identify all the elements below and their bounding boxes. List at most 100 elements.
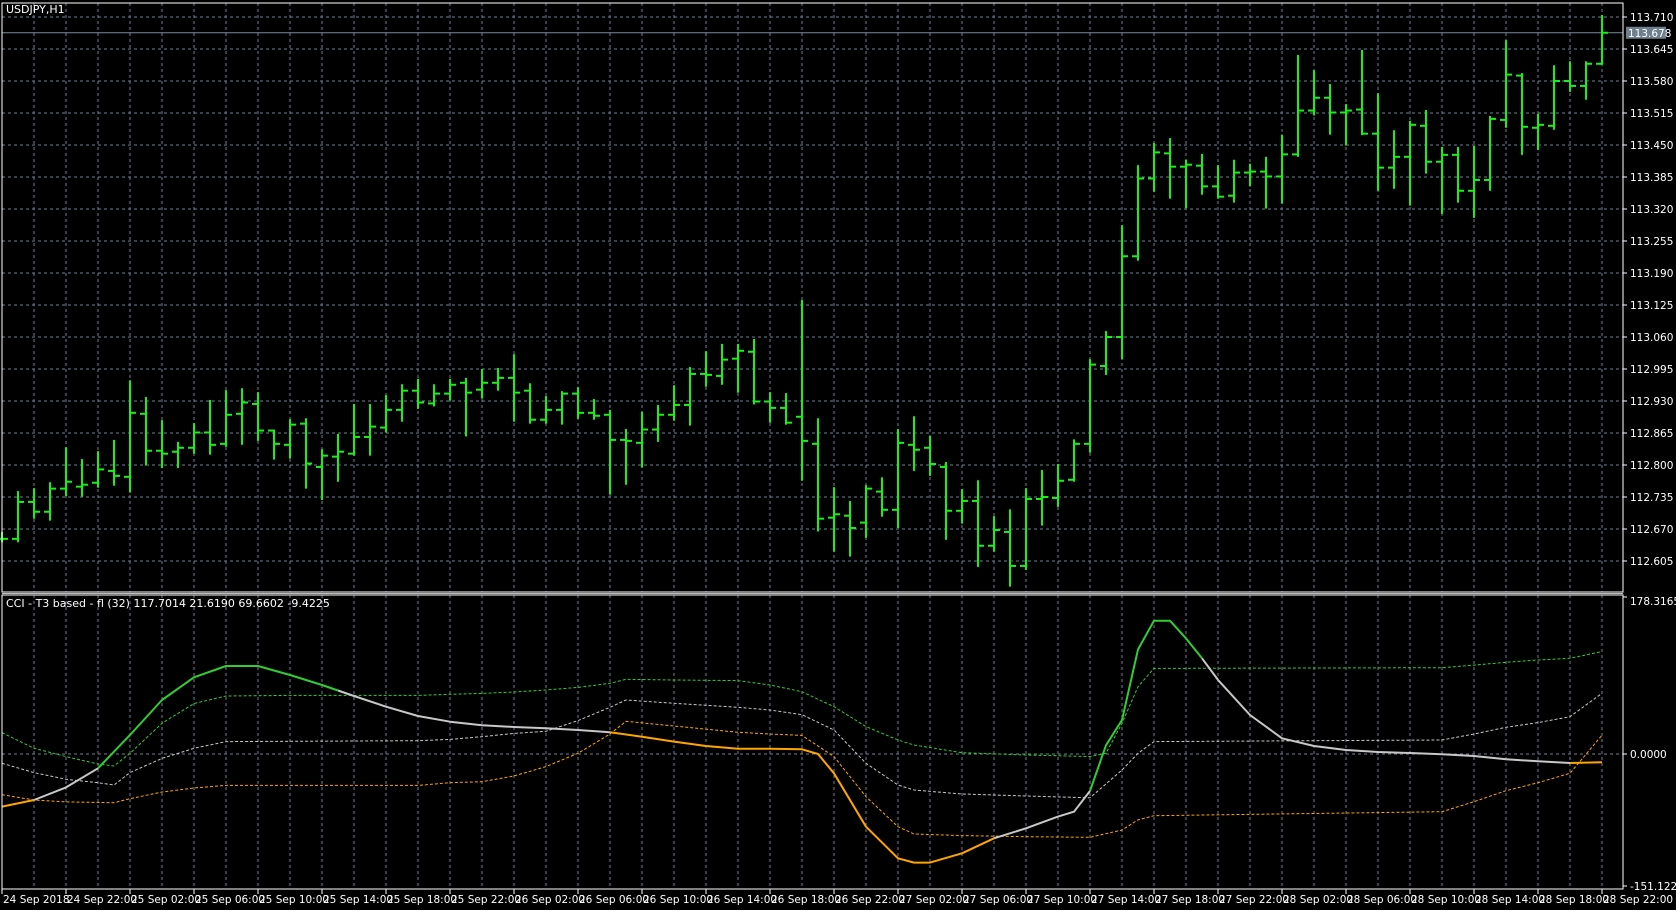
indicator-title: CCI - T3 based - fl (32) 117.7014 21.619… — [6, 597, 330, 610]
price-bar — [588, 399, 600, 420]
price-bar — [284, 419, 296, 459]
price-bar — [636, 411, 648, 468]
price-bar — [1212, 165, 1224, 199]
price-bar — [540, 396, 552, 424]
price-bar — [1004, 509, 1016, 587]
price-axis-label: 112.605 — [1630, 556, 1673, 568]
price-bar — [1388, 130, 1400, 189]
price-bar — [1292, 54, 1304, 157]
price-bar — [348, 403, 360, 456]
time-axis-label: 27 Sep 14:00 — [1091, 894, 1161, 906]
price-bar — [1100, 331, 1112, 375]
price-bar — [1500, 40, 1512, 128]
price-axis-label: 112.930 — [1630, 396, 1673, 408]
cci-segment-neutral — [993, 790, 1091, 840]
price-bar — [572, 387, 584, 419]
price-bar — [1308, 70, 1320, 116]
price-bar — [1468, 145, 1480, 218]
price-bar — [236, 388, 248, 445]
price-bar — [1164, 138, 1176, 199]
price-bar — [1356, 49, 1368, 136]
cci-axis-label: 178.3165 — [1630, 596, 1676, 608]
time-axis-label: 28 Sep 14:00 — [1475, 894, 1545, 906]
chart-canvas: 113.710 113.645 113.580 113.515 113.450 113.3… — [0, 2, 1676, 906]
price-axis-label: 112.735 — [1630, 492, 1673, 504]
price-bar — [396, 384, 408, 422]
price-bar — [44, 482, 56, 521]
price-bar — [1180, 159, 1192, 209]
price-bar — [156, 420, 168, 468]
price-bar — [1068, 439, 1080, 482]
time-axis-label: 25 Sep 06:00 — [195, 894, 265, 906]
price-bar — [652, 404, 664, 442]
cci-segment-up — [1089, 619, 1203, 792]
price-bar — [92, 451, 104, 488]
price-bar — [892, 429, 904, 529]
price-bar — [204, 400, 216, 455]
price-bar — [684, 367, 696, 426]
price-bar — [124, 380, 136, 493]
price-axis-label: 113.255 — [1630, 236, 1673, 248]
time-axis-label: 28 Sep 18:00 — [1539, 894, 1609, 906]
time-axis-label: 27 Sep 22:00 — [1219, 894, 1289, 906]
time-axis-label: 25 Sep 22:00 — [451, 894, 521, 906]
price-bar — [956, 489, 968, 524]
price-bar — [988, 516, 1000, 552]
cci-segment-neutral — [337, 689, 611, 734]
price-bar — [1404, 120, 1416, 206]
price-bar — [1228, 159, 1240, 203]
time-axis-label: 25 Sep 02:00 — [131, 894, 201, 906]
time-axis-label: 26 Sep 10:00 — [643, 894, 713, 906]
price-bar — [1052, 464, 1064, 507]
time-axis-label: 26 Sep 22:00 — [835, 894, 905, 906]
price-bar — [492, 368, 504, 391]
price-bar — [268, 429, 280, 460]
price-bar — [1596, 15, 1608, 65]
time-axis-label: 24 Sep 2018 — [3, 894, 70, 906]
cci-axis-label: 0.0000 — [1630, 749, 1667, 761]
price-bar — [524, 383, 536, 424]
time-axis-label: 26 Sep 18:00 — [771, 894, 841, 906]
price-bar — [812, 418, 824, 532]
price-bar — [1260, 156, 1272, 209]
price-bar — [924, 435, 936, 476]
price-bar — [1244, 163, 1256, 187]
price-bar — [1516, 73, 1528, 155]
price-bar — [1084, 359, 1096, 453]
price-bar — [412, 378, 424, 409]
price-bar — [1548, 65, 1560, 130]
time-axis-label: 25 Sep 18:00 — [387, 894, 457, 906]
price-bar — [668, 385, 680, 421]
cci-axis-label: -151.1223 — [1630, 881, 1676, 893]
time-axis-label: 28 Sep 22:00 — [1603, 894, 1673, 906]
price-bar — [908, 416, 920, 471]
price-bar — [620, 429, 632, 485]
price-bar — [364, 403, 376, 456]
time-axis-label: 25 Sep 14:00 — [323, 894, 393, 906]
price-bar — [476, 368, 488, 399]
price-bar — [332, 433, 344, 482]
price-bar — [1116, 225, 1128, 360]
grid — [2, 3, 1623, 889]
price-bar — [140, 397, 152, 466]
price-bar — [1436, 146, 1448, 214]
price-axis-label: 113.060 — [1630, 332, 1673, 344]
price-bar — [1148, 143, 1160, 192]
price-axis-label: 113.710 — [1630, 12, 1673, 24]
price-bar — [220, 390, 232, 447]
price-axis-label: 113.450 — [1630, 140, 1673, 152]
time-axis-label: 27 Sep 06:00 — [963, 894, 1033, 906]
price-bar — [780, 393, 792, 425]
price-bar — [844, 500, 856, 557]
time-axis-label: 26 Sep 06:00 — [579, 894, 649, 906]
price-axis-label: 112.800 — [1630, 460, 1673, 472]
price-bar — [28, 488, 40, 519]
price-panel-border — [1, 2, 1624, 593]
price-bar — [108, 439, 120, 486]
price-bar — [1324, 83, 1336, 135]
price-bar — [1132, 165, 1144, 261]
price-bar — [716, 343, 728, 385]
price-bar — [556, 391, 568, 425]
time-axis-label: 28 Sep 02:00 — [1283, 894, 1353, 906]
price-bar — [12, 491, 24, 543]
